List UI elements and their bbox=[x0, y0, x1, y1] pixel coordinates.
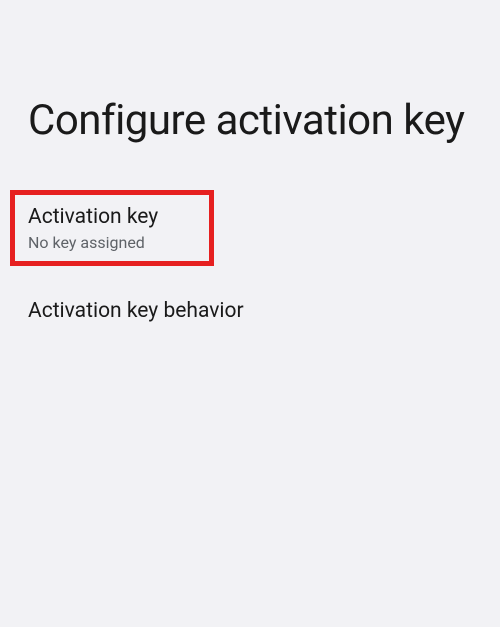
page-title: Configure activation key bbox=[0, 0, 500, 148]
setting-activation-key-behavior-title: Activation key behavior bbox=[28, 298, 472, 325]
setting-activation-key-behavior[interactable]: Activation key behavior bbox=[0, 284, 500, 339]
setting-activation-key[interactable]: Activation key No key assigned bbox=[0, 190, 500, 266]
setting-activation-key-subtitle: No key assigned bbox=[28, 233, 472, 252]
settings-list: Activation key No key assigned Activatio… bbox=[0, 190, 500, 340]
setting-activation-key-title: Activation key bbox=[28, 204, 472, 231]
